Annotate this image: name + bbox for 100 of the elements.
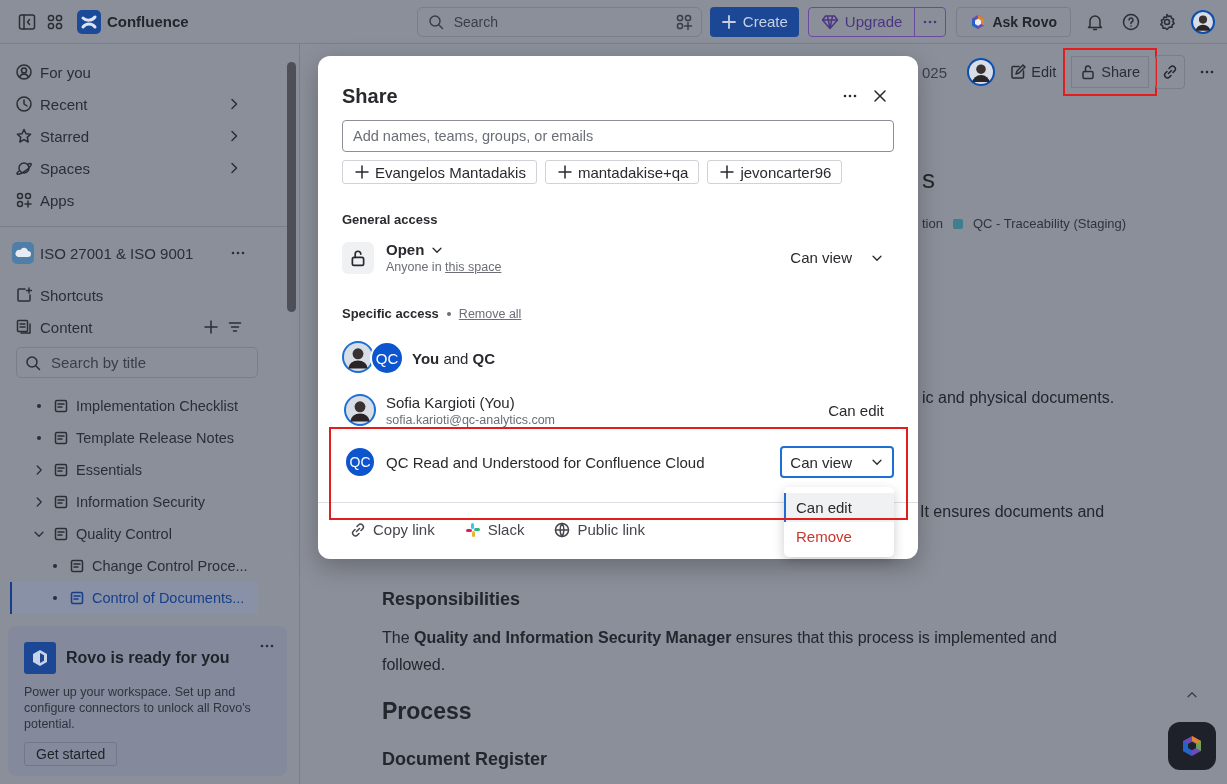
rovo-chat-button[interactable]: [1168, 722, 1216, 770]
access-mode-dropdown[interactable]: Open: [386, 241, 445, 258]
page-title: s: [922, 164, 936, 196]
page-icon: [54, 399, 68, 413]
page-icon: [54, 463, 68, 477]
share-option-link[interactable]: Public link: [554, 521, 645, 538]
settings-icon[interactable]: [1158, 12, 1176, 31]
nav-item[interactable]: Recent: [8, 88, 264, 120]
paragraph: The Quality and Information Security Manager ensures that this process is implemented and followed.: [382, 628, 1058, 675]
space-link[interactable]: this space: [445, 260, 502, 274]
page-action-button[interactable]: Edit: [1001, 56, 1066, 88]
promo-title: Rovo is ready for you: [66, 649, 230, 667]
section-heading: General access: [342, 212, 438, 227]
paragraph: It ensures documents and: [920, 503, 1106, 521]
ask-rovo-button[interactable]: Ask Rovo: [956, 6, 1071, 37]
search-field[interactable]: Search by title: [49, 353, 249, 372]
heading: Document Register: [382, 749, 548, 770]
suggestion-chip[interactable]: Evangelos Mantadakis: [342, 160, 537, 184]
suggestion-chip[interactable]: mantadakise+qa: [544, 160, 700, 184]
get-started-button[interactable]: Get started: [24, 742, 118, 766]
avatar: [1191, 9, 1215, 34]
permission-dropdown[interactable]: Can view: [780, 241, 894, 274]
bullet-icon: [53, 596, 57, 600]
copy-link-button[interactable]: [1155, 55, 1185, 89]
globe-icon: [554, 521, 571, 538]
cloud-space-icon: [12, 242, 34, 264]
bullet-icon: [37, 404, 41, 408]
dialog-title: Share: [342, 84, 399, 108]
slack-icon: [464, 521, 481, 538]
heading: Process: [382, 698, 472, 725]
people-field[interactable]: Add names, teams, groups, or emails: [342, 120, 894, 152]
app-switcher-icon[interactable]: [45, 12, 64, 31]
nav-item[interactable]: Spaces: [8, 152, 264, 184]
separator-dot: [446, 311, 451, 316]
person-icon: [16, 64, 32, 80]
section-heading: Specific access: [342, 306, 439, 321]
nav-item[interactable]: Starred: [8, 120, 264, 152]
tree-item[interactable]: Information Security: [10, 486, 258, 518]
shortcut-icon: [16, 287, 32, 303]
user-name: QC Read and Understood for Confluence Cloud: [386, 453, 705, 471]
tree-item[interactable]: Implementation Checklist: [10, 390, 258, 422]
remove-all-link[interactable]: Remove all: [458, 306, 522, 321]
breadcrumb[interactable]: tion: [922, 216, 943, 231]
menu-item[interactable]: Can edit: [784, 493, 894, 522]
plus-icon: [720, 13, 737, 30]
nav-item[interactable]: Apps: [8, 184, 264, 216]
help-icon[interactable]: [1122, 12, 1140, 31]
tree-item[interactable]: Template Release Notes: [10, 422, 258, 454]
plus-icon: [720, 165, 735, 179]
sidebar-section[interactable]: Content: [8, 311, 264, 343]
share-option-link[interactable]: Copy link: [350, 521, 435, 538]
app-avatar: QC: [370, 341, 404, 375]
bullet-icon: [37, 436, 41, 440]
search-icon: [427, 13, 444, 30]
nav-item[interactable]: For you: [8, 56, 264, 88]
star-icon: [16, 128, 32, 144]
date-text: 025: [922, 63, 948, 81]
promo-text: Power up your workspace. Set up and configure connectors to unlock all Rovo's potential.: [24, 684, 252, 732]
page-icon: [70, 591, 84, 605]
unlocked-padlock-icon: [1080, 64, 1097, 80]
space-header[interactable]: ISO 27001 & ISO 9001: [8, 237, 264, 269]
heading: Responsibilities: [382, 589, 521, 610]
clock-icon: [16, 96, 32, 112]
gem-icon: [820, 12, 839, 31]
search-field[interactable]: Search: [451, 12, 667, 31]
product-name[interactable]: Confluence: [106, 13, 189, 30]
filter-icon[interactable]: [228, 320, 242, 334]
page-icon: [54, 431, 68, 445]
sidebar-section[interactable]: Shortcuts: [8, 279, 264, 311]
search-box[interactable]: Search: [416, 6, 702, 37]
bell-icon[interactable]: [1086, 12, 1104, 31]
create-button[interactable]: Create: [709, 6, 799, 37]
permission-label: Can edit: [827, 400, 885, 421]
permission-dropdown[interactable]: Can view: [780, 446, 894, 478]
tree-item[interactable]: Quality Control: [10, 518, 258, 550]
apps-icon: [16, 192, 32, 208]
close-icon[interactable]: [872, 88, 888, 104]
menu-item[interactable]: Remove: [784, 522, 894, 551]
bullet-icon: [53, 564, 57, 568]
tree-item[interactable]: Change Control Proce...: [10, 550, 258, 582]
planet-icon: [16, 160, 32, 176]
hexagon-logo-icon: [1180, 734, 1204, 758]
scrollbar-thumb[interactable]: [287, 62, 296, 312]
page-icon: [54, 495, 68, 509]
share-option-link[interactable]: Slack: [464, 521, 525, 538]
title-search-box[interactable]: Search by title: [16, 347, 258, 378]
confluence-logo-icon: [76, 9, 101, 34]
add-apps-icon: [674, 12, 693, 31]
breadcrumb[interactable]: QC - Traceability (Staging): [972, 216, 1127, 231]
add-icon[interactable]: [204, 320, 218, 334]
avatar: [344, 394, 376, 426]
search-icon: [25, 354, 41, 371]
access-description: Anyone in: [386, 260, 442, 274]
sidebar-toggle-icon[interactable]: [18, 12, 36, 31]
page-icon: [70, 559, 84, 573]
suggestion-chip[interactable]: jevoncarter96: [707, 160, 843, 184]
pages-icon: [16, 319, 32, 335]
tree-item[interactable]: Control of Documents...: [10, 582, 258, 614]
tree-item[interactable]: Essentials: [10, 454, 258, 486]
pencil-icon: [1010, 64, 1027, 80]
